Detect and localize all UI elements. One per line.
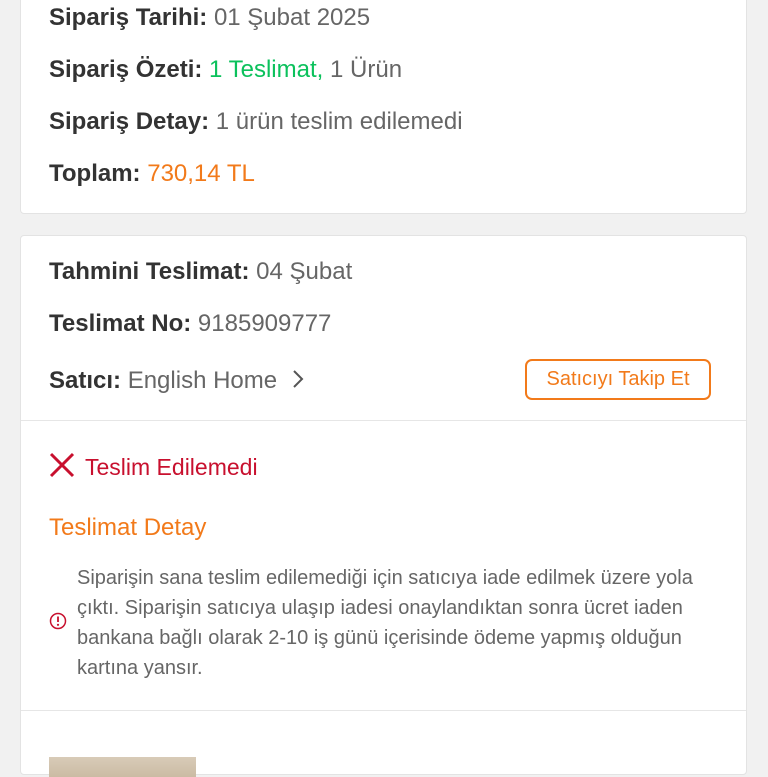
delivery-number-label: Teslimat No:: [49, 310, 192, 337]
delivery-status-text: Teslim Edilemedi: [85, 453, 258, 480]
delivery-number-row: Teslimat No: 9185909777: [49, 309, 331, 339]
order-overview-label: Sipariş Özeti:: [49, 56, 203, 83]
order-detail-label: Sipariş Detay:: [49, 108, 210, 135]
seller-label: Satıcı:: [49, 367, 122, 394]
estimated-delivery-value: 04 Şubat: [256, 258, 353, 285]
divider: [21, 420, 746, 421]
divider: [21, 710, 746, 711]
delivery-info-text: Siparişin sana teslim edilemediği için s…: [77, 567, 693, 679]
order-total-row: Toplam: 730,14 TL: [49, 159, 255, 189]
delivery-detail-title[interactable]: Teslimat Detay: [49, 513, 206, 543]
delivery-number-value: 9185909777: [197, 310, 332, 337]
seller-link[interactable]: English Home: [128, 367, 304, 394]
estimated-delivery-label: Tahmini Teslimat:: [49, 258, 250, 285]
order-date-value: 01 Şubat 2025: [213, 4, 371, 31]
order-overview-delivery: 1 Teslimat,: [209, 56, 324, 83]
product-thumbnail[interactable]: [49, 757, 196, 777]
close-icon: [49, 452, 75, 483]
order-total-label: Toplam:: [49, 160, 141, 187]
order-total-value: 730,14 TL: [147, 160, 255, 187]
order-date-row: Sipariş Tarihi: 01 Şubat 2025: [49, 3, 370, 33]
order-date-label: Sipariş Tarihi:: [49, 4, 208, 31]
follow-seller-button[interactable]: Satıcıyı Takip Et: [525, 359, 711, 400]
order-summary-card: Sipariş Tarihi: 01 Şubat 2025 Sipariş Öz…: [20, 0, 747, 214]
order-detail-row: Sipariş Detay: 1 ürün teslim edilemedi: [49, 107, 463, 137]
chevron-right-icon[interactable]: [292, 367, 304, 397]
delivery-status: Teslim Edilemedi: [49, 452, 258, 482]
seller-row: Satıcı: English Home: [49, 366, 304, 397]
order-overview-items: 1 Ürün: [330, 56, 403, 83]
estimated-delivery-row: Tahmini Teslimat: 04 Şubat: [49, 257, 352, 287]
order-overview-row: Sipariş Özeti: 1 Teslimat, 1 Ürün: [49, 55, 402, 85]
delivery-card: Tahmini Teslimat: 04 Şubat Teslimat No: …: [20, 235, 747, 777]
info-icon: [49, 612, 67, 635]
seller-name[interactable]: English Home: [128, 367, 277, 394]
order-detail-value: 1 ürün teslim edilemedi: [215, 108, 463, 135]
